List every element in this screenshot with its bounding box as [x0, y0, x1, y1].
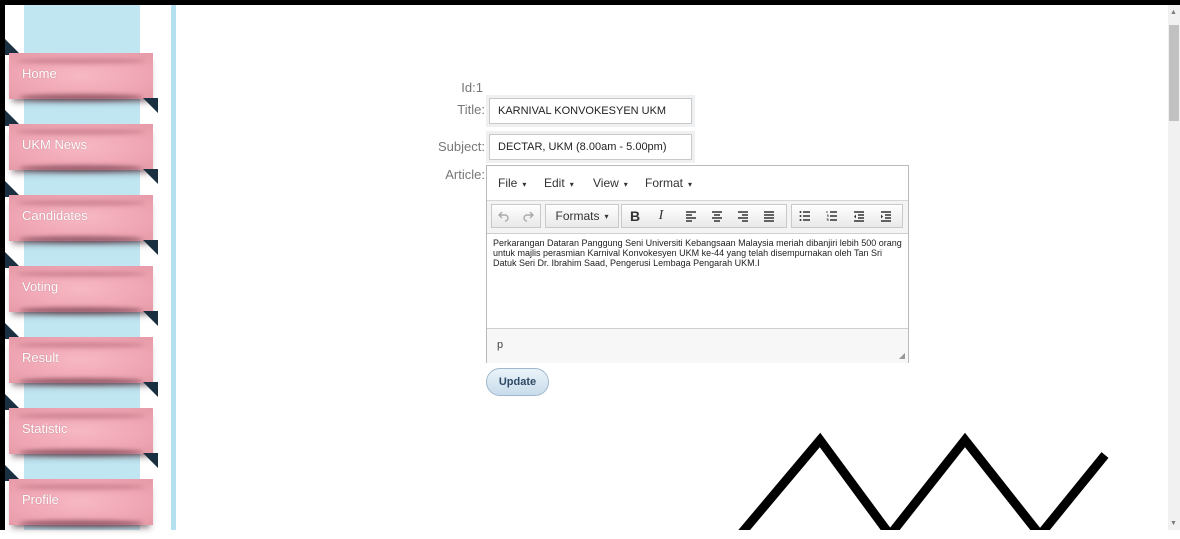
align-right-icon — [738, 211, 748, 222]
caret-down-icon: ▾ — [688, 180, 693, 189]
editor-statusbar: p ◢ — [487, 328, 908, 363]
scroll-thumb[interactable] — [1169, 25, 1179, 121]
corner-triangle — [143, 453, 158, 468]
editor-menubar: File ▾ Edit ▾ View ▾ Format ▾ — [487, 166, 908, 200]
indent-icon — [881, 211, 891, 222]
sidebar-item-label: Result — [22, 350, 59, 365]
redo-icon — [523, 211, 534, 222]
list-group — [791, 204, 903, 228]
caret-down-icon: ▾ — [604, 211, 609, 221]
formats-label: Formats — [555, 209, 600, 223]
caret-down-icon: ▾ — [522, 180, 527, 189]
menu-file[interactable]: File ▾ — [498, 176, 526, 190]
undo-button[interactable] — [492, 205, 516, 227]
formats-button[interactable]: Formats ▾ — [546, 205, 618, 227]
sidebar-item-home[interactable]: Home — [5, 39, 175, 113]
sidebar-item-ukm-news[interactable]: UKM News — [5, 110, 175, 184]
top-border — [0, 0, 1180, 5]
undo-icon — [498, 211, 509, 222]
subject-label: Subject: — [438, 139, 485, 154]
sidebar-item-label: Profile — [22, 492, 59, 507]
bold-button[interactable]: B — [622, 205, 648, 227]
indent-button[interactable] — [873, 205, 899, 227]
italic-icon: I — [658, 208, 664, 223]
menu-edit[interactable]: Edit ▾ — [544, 176, 574, 190]
caret-down-icon: ▾ — [569, 180, 574, 189]
align-left-icon — [686, 211, 696, 222]
page-scrollbar[interactable]: ▲ ▼ — [1168, 5, 1180, 530]
corner-triangle — [143, 98, 158, 113]
bold-icon: B — [629, 208, 641, 224]
scroll-up-arrow-icon[interactable]: ▲ — [1170, 9, 1177, 16]
history-group — [491, 204, 541, 228]
scroll-down-arrow-icon[interactable]: ▼ — [1170, 520, 1177, 527]
article-editor: File ▾ Edit ▾ View ▾ Format ▾ Formats ▾ — [486, 165, 909, 363]
title-label: Title: — [457, 102, 485, 117]
editor-toolbar: Formats ▾ B I — [487, 200, 908, 234]
outdent-button[interactable] — [846, 205, 872, 227]
sidebar-item-profile[interactable]: Profile — [5, 465, 175, 539]
corner-triangle — [143, 240, 158, 255]
formats-dropdown[interactable]: Formats ▾ — [545, 204, 619, 228]
app-window: Home UKM News Candidates Voting Result S… — [0, 0, 1180, 530]
format-group: B I — [621, 204, 787, 228]
sidebar-item-result[interactable]: Result — [5, 323, 175, 397]
resize-handle-icon[interactable]: ◢ — [899, 351, 905, 360]
align-center-button[interactable] — [704, 205, 730, 227]
caret-down-icon: ▾ — [623, 180, 628, 189]
redo-button[interactable] — [516, 205, 540, 227]
menu-edit-label: Edit — [544, 176, 565, 190]
sidebar-item-candidates[interactable]: Candidates — [5, 181, 175, 255]
sidebar-item-label: Statistic — [22, 421, 68, 436]
sidebar-item-statistic[interactable]: Statistic — [5, 394, 175, 468]
menu-file-label: File — [498, 176, 518, 190]
bullet-list-button[interactable] — [792, 205, 818, 227]
element-path[interactable]: p — [497, 339, 503, 351]
align-left-button[interactable] — [678, 205, 704, 227]
align-right-button[interactable] — [730, 205, 756, 227]
subject-input[interactable]: DECTAR, UKM (8.00am - 5.00pm) — [489, 134, 692, 160]
numbered-list-icon — [826, 211, 837, 221]
sidebar-item-label: Home — [22, 66, 57, 81]
article-label: Article: — [445, 167, 485, 182]
id-value: 1 — [475, 80, 483, 95]
align-justify-button[interactable] — [756, 205, 782, 227]
align-justify-icon — [764, 211, 774, 222]
sidebar-item-label: Candidates — [22, 208, 88, 223]
watermark-graphic — [738, 432, 1109, 530]
sidebar-item-voting[interactable]: Voting — [5, 252, 175, 326]
bullet-list-icon — [799, 211, 810, 221]
editor-content[interactable]: Perkarangan Dataran Panggung Seni Univer… — [493, 238, 903, 326]
sidebar: Home UKM News Candidates Voting Result S… — [5, 5, 176, 530]
id-label: Id: — [461, 80, 476, 95]
italic-button[interactable]: I — [648, 205, 674, 227]
title-input[interactable]: KARNIVAL KONVOKESYEN UKM — [489, 98, 692, 124]
align-center-icon — [712, 211, 722, 222]
numbered-list-button[interactable] — [819, 205, 845, 227]
outdent-icon — [854, 211, 864, 222]
update-button[interactable]: Update — [486, 368, 549, 396]
menu-format[interactable]: Format ▾ — [645, 176, 692, 190]
id-field: Id:1 — [393, 80, 483, 95]
menu-view-label: View — [593, 176, 619, 190]
corner-triangle — [143, 382, 158, 397]
sidebar-item-label: UKM News — [22, 137, 88, 152]
corner-triangle — [143, 311, 158, 326]
menu-view[interactable]: View ▾ — [593, 176, 628, 190]
corner-triangle — [143, 169, 158, 184]
menu-format-label: Format — [645, 176, 684, 190]
sidebar-item-label: Voting — [22, 279, 59, 294]
